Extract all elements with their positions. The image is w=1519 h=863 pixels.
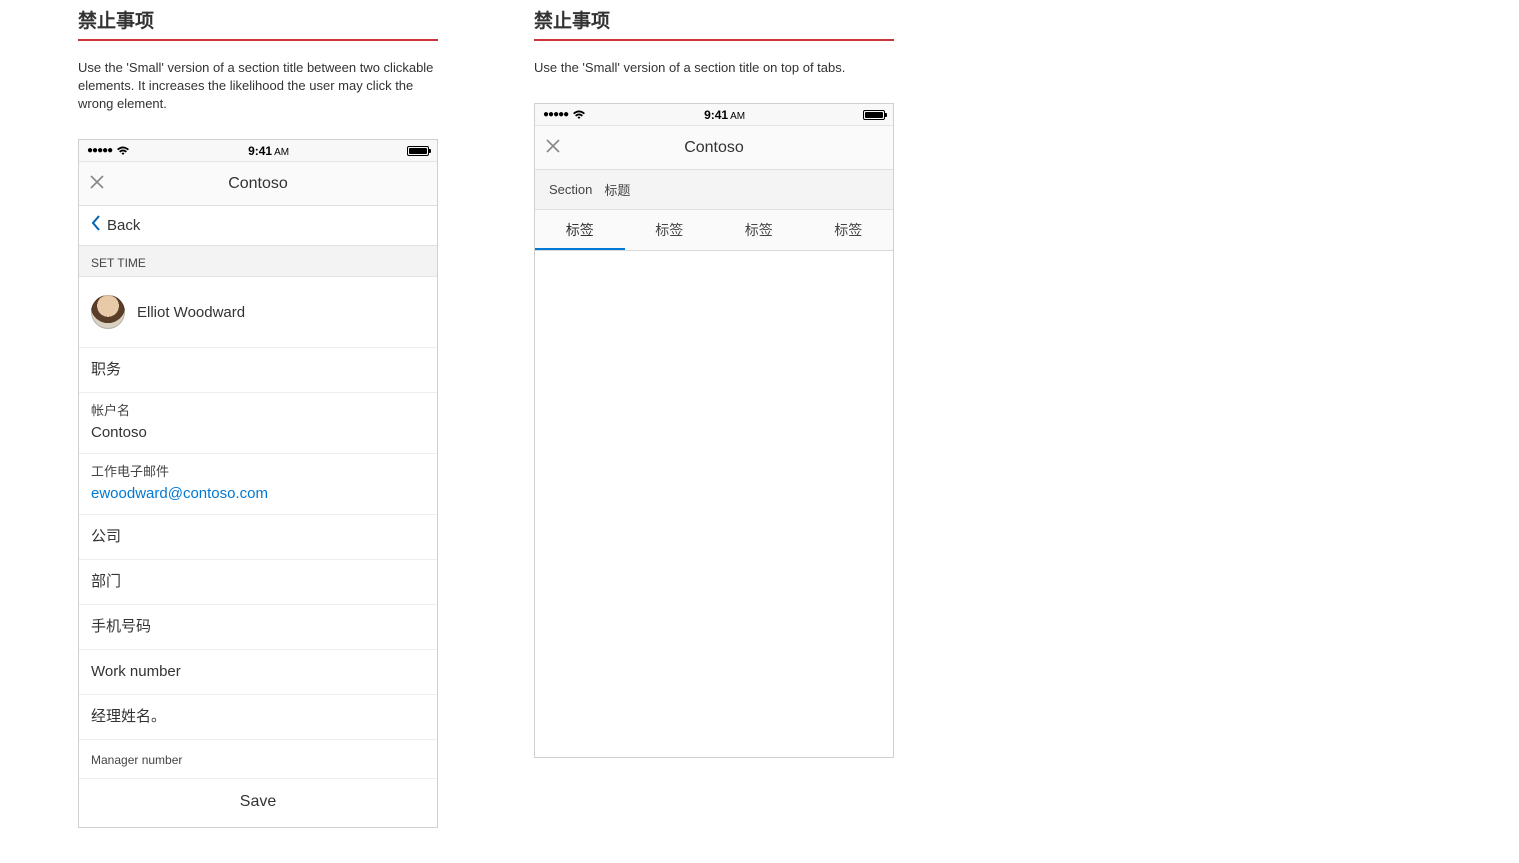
signal-icon: ●●●●● [87,145,112,156]
wifi-icon [116,146,130,156]
work-email-label: 工作电子邮件 [91,462,425,482]
tab-content-blank [535,251,893,757]
status-bar: ●●●●● 9:41AM [535,104,893,126]
status-time: 9:41AM [704,108,745,122]
tabs: 标签 标签 标签 标签 [535,210,893,251]
back-row[interactable]: Back [79,206,437,246]
status-time: 9:41AM [248,144,289,158]
example-left: 禁止事项 Use the 'Small' version of a sectio… [78,6,438,828]
section-caption: SET TIME [79,246,437,277]
nav-bar: Contoso [535,126,893,170]
list-item-account[interactable]: 帐户名 Contoso [79,393,437,454]
save-button[interactable]: Save [79,779,437,827]
nav-title: Contoso [535,139,893,157]
list-item-manager-number[interactable]: Manager number [79,740,437,779]
list-item-manager-name[interactable]: 经理姓名。 [79,695,437,740]
heading-dont: 禁止事项 [534,6,894,41]
tab-1[interactable]: 标签 [535,210,625,250]
list-item-company[interactable]: 公司 [79,515,437,560]
tab-2[interactable]: 标签 [625,210,715,250]
list-item-work-email[interactable]: 工作电子邮件 ewoodward@contoso.com [79,454,437,515]
nav-title: Contoso [79,175,437,193]
description-right: Use the 'Small' version of a section tit… [534,59,894,77]
list-item-job-title[interactable]: 职务 [79,348,437,393]
account-label: 帐户名 [91,401,425,421]
section-label: Section [549,182,592,197]
avatar [91,295,125,329]
profile-name: Elliot Woodward [137,304,245,321]
list-item-department[interactable]: 部门 [79,560,437,605]
example-right: 禁止事项 Use the 'Small' version of a sectio… [534,6,894,828]
work-email-value: ewoodward@contoso.com [91,484,425,504]
battery-icon [863,110,885,120]
section-value: 标题 [604,180,630,199]
phone-mockup-left: ●●●●● 9:41AM Contoso [78,139,438,828]
description-left: Use the 'Small' version of a section tit… [78,59,438,113]
profile-row[interactable]: Elliot Woodward [79,277,437,348]
heading-dont: 禁止事项 [78,6,438,41]
battery-icon [407,146,429,156]
section-title-row: Section 标题 [535,170,893,210]
list-item-mobile[interactable]: 手机号码 [79,605,437,650]
tab-3[interactable]: 标签 [714,210,804,250]
phone-mockup-right: ●●●●● 9:41AM Contoso Section 标题 [534,103,894,758]
account-value: Contoso [91,423,425,443]
back-label: Back [107,217,140,234]
chevron-left-icon [91,215,101,236]
signal-icon: ●●●●● [543,109,568,120]
close-icon[interactable] [545,138,561,158]
tab-4[interactable]: 标签 [804,210,894,250]
wifi-icon [572,110,586,120]
status-bar: ●●●●● 9:41AM [79,140,437,162]
close-icon[interactable] [89,174,105,194]
list-item-work-number[interactable]: Work number [79,650,437,695]
nav-bar: Contoso [79,162,437,206]
